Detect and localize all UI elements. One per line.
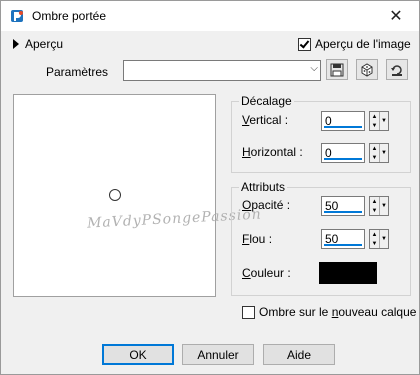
preview-expander[interactable]: Aperçu: [13, 37, 63, 51]
image-preview-checkbox[interactable]: Aperçu de l'image: [298, 37, 411, 51]
dice-icon: [361, 62, 373, 77]
shadow-new-layer-label: Ombre sur le nouveau calque: [259, 305, 417, 319]
dropdown-arrow-icon[interactable]: ▼: [379, 144, 388, 162]
dropdown-arrow-icon[interactable]: ▼: [379, 197, 388, 215]
random-button[interactable]: [356, 59, 378, 80]
params-label: Paramètres: [46, 65, 109, 79]
params-dropdown[interactable]: ⌵: [123, 60, 321, 81]
vertical-label: Vertical :: [242, 113, 289, 127]
preview-canvas[interactable]: [13, 94, 216, 297]
title-bar: Ombre portée ✕: [1, 1, 419, 31]
vertical-spinner[interactable]: ▲ ▼ ▼: [369, 111, 389, 131]
reset-button[interactable]: [386, 59, 408, 80]
arrow-up-icon[interactable]: ▲: [370, 112, 379, 121]
image-preview-label: Aperçu de l'image: [315, 37, 411, 51]
reset-icon: [391, 64, 402, 76]
dropdown-arrow-icon[interactable]: ▼: [379, 230, 388, 248]
arrow-down-icon[interactable]: ▼: [370, 153, 379, 162]
color-label: Couleur :: [242, 266, 291, 280]
blur-input[interactable]: 50: [321, 229, 365, 249]
chevron-down-icon[interactable]: ⌵: [310, 63, 318, 74]
ok-button[interactable]: OK: [102, 344, 174, 365]
arrow-up-icon[interactable]: ▲: [370, 230, 379, 239]
paintshop-app-icon: [11, 10, 23, 22]
expand-triangle-icon: [13, 39, 19, 49]
horizontal-label: Horizontal :: [242, 145, 303, 159]
offset-group-title: Décalage: [239, 94, 294, 108]
opacity-label: Opacité :: [242, 198, 291, 212]
window-title: Ombre portée: [32, 9, 107, 23]
attributes-group-title: Attributs: [239, 180, 288, 194]
floppy-icon: [330, 63, 344, 76]
shadow-new-layer-checkbox[interactable]: Ombre sur le nouveau calque: [242, 305, 416, 319]
checkbox-checked-icon[interactable]: [298, 37, 311, 51]
opacity-input[interactable]: 50: [321, 196, 365, 216]
save-preset-button[interactable]: [326, 59, 348, 80]
arrow-down-icon[interactable]: ▼: [370, 239, 379, 248]
crosshair-circle-icon[interactable]: [109, 189, 121, 201]
arrow-up-icon[interactable]: ▲: [370, 144, 379, 153]
arrow-up-icon[interactable]: ▲: [370, 197, 379, 206]
arrow-down-icon[interactable]: ▼: [370, 206, 379, 215]
vertical-input[interactable]: 0: [321, 111, 365, 131]
blur-spinner[interactable]: ▲ ▼ ▼: [369, 229, 389, 249]
dialog-window: Ombre portée ✕ Aperçu Aperçu de l'image …: [0, 0, 420, 375]
checkbox-unchecked-icon[interactable]: [242, 305, 255, 319]
arrow-down-icon[interactable]: ▼: [370, 121, 379, 130]
opacity-spinner[interactable]: ▲ ▼ ▼: [369, 196, 389, 216]
blur-label: Flou :: [242, 232, 273, 246]
horizontal-input[interactable]: 0: [321, 143, 365, 163]
close-icon[interactable]: ✕: [373, 1, 419, 31]
cancel-button[interactable]: Annuler: [182, 344, 254, 365]
horizontal-spinner[interactable]: ▲ ▼ ▼: [369, 143, 389, 163]
preview-label: Aperçu: [25, 37, 64, 51]
help-button[interactable]: Aide: [263, 344, 335, 365]
color-swatch[interactable]: [319, 262, 377, 284]
dropdown-arrow-icon[interactable]: ▼: [379, 112, 388, 130]
